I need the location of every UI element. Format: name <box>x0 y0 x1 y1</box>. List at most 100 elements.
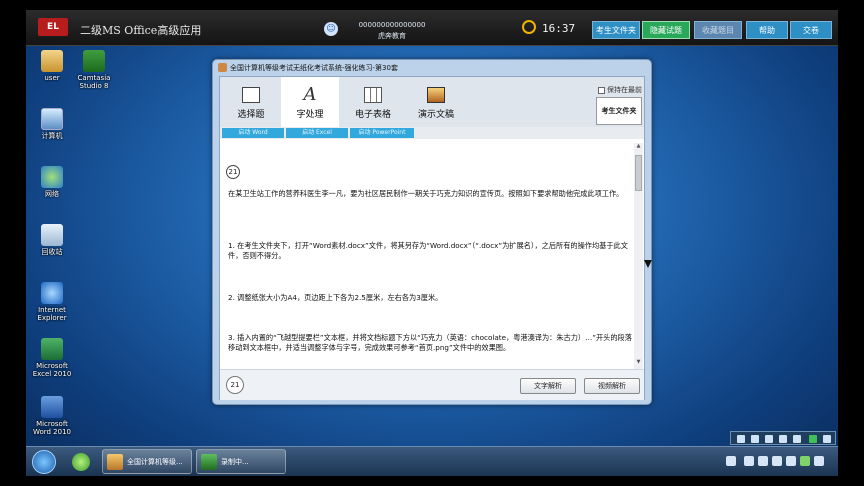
hide-questions-button[interactable]: 隐藏试题 <box>642 21 690 39</box>
desktop-icon-network[interactable]: 网络 <box>32 166 72 198</box>
desktop-icon-label: 回收站 <box>41 248 63 256</box>
tray-security-icon[interactable] <box>800 456 810 466</box>
launch-app-bar: 启动 Word 启动 Excel 启动 PowerPoint <box>220 127 644 139</box>
question-number-badge: 21 <box>226 165 240 179</box>
launch-excel-button[interactable]: 启动 Excel <box>286 128 348 138</box>
shield-icon[interactable] <box>751 435 759 443</box>
spreadsheet-icon <box>364 87 382 103</box>
tab-label: 电子表格 <box>354 110 391 120</box>
question-type-tabs: 选择题 A 字处理 电子表格 演示文稿 保持在最前 考生文件夹 <box>220 77 644 127</box>
app-icon <box>218 63 227 72</box>
user-icon: ☺ <box>324 22 338 36</box>
desktop-icon-label: 计算机 <box>41 132 63 140</box>
tab-word-processing[interactable]: A 字处理 <box>281 77 339 127</box>
start-button[interactable] <box>32 450 56 474</box>
vertical-scrollbar[interactable]: ▲ ▼ <box>634 143 643 369</box>
tab-multiple-choice[interactable]: 选择题 <box>222 77 280 127</box>
taskbar: 全国计算机等级... 录制中... <box>26 446 838 476</box>
taskbar-item-label: 全国计算机等级... <box>127 458 183 466</box>
tab-presentation[interactable]: 演示文稿 <box>407 77 465 127</box>
examinee-folder-button[interactable]: 考生文件夹 <box>592 21 640 39</box>
record-status-icon[interactable] <box>809 435 817 443</box>
timer-icon <box>522 20 536 34</box>
desktop-icon-label: Microsoft Word 2010 <box>32 420 72 436</box>
tab-label: 选择题 <box>237 110 265 120</box>
exam-id: 000000000000000 <box>358 21 426 29</box>
computer-icon <box>41 108 63 130</box>
checkbox-icon <box>598 86 605 94</box>
scroll-down-icon[interactable]: ▼ <box>634 359 643 367</box>
tray-app-icon[interactable] <box>744 456 754 466</box>
help-button[interactable]: 帮助 <box>746 21 788 39</box>
question-footer: 21 文字解析 视频解析 <box>220 369 644 400</box>
tray-arrow-icon[interactable] <box>726 456 736 466</box>
pinned-app-icon[interactable] <box>72 453 90 471</box>
desktop-icon-label: Microsoft Excel 2010 <box>32 362 72 378</box>
remaining-time: 16:37 <box>542 22 576 35</box>
internet-explorer-icon <box>41 282 63 304</box>
taskbar-item-label: 录制中... <box>221 458 249 466</box>
taskbar-item-exam[interactable]: 全国计算机等级... <box>102 449 192 474</box>
camtasia-icon <box>83 50 105 72</box>
recycle-bin-icon <box>41 224 63 246</box>
desktop-icon-excel[interactable]: Microsoft Excel 2010 <box>32 338 72 378</box>
exam-subject-title: 二级MS Office高级应用 <box>80 24 202 37</box>
window-titlebar[interactable]: 全国计算机等级考试无纸化考试系统-强化练习-第30套 <box>213 60 651 76</box>
desktop-icon-word[interactable]: Microsoft Word 2010 <box>32 396 72 436</box>
desktop-icon-recycle-bin[interactable]: 回收站 <box>32 224 72 256</box>
question-step-3: 3. 插入内置的“飞越型提要栏”文本框，并将文档标题下方以“巧克力（英语：cho… <box>228 333 632 352</box>
desktop-icon-internet-explorer[interactable]: Internet Explorer <box>32 282 72 322</box>
tray-volume-icon[interactable] <box>786 456 796 466</box>
tool-icon[interactable] <box>737 435 745 443</box>
window-body: 选择题 A 字处理 电子表格 演示文稿 保持在最前 考生文件夹 启动 Word … <box>219 76 645 400</box>
exam-app-icon <box>107 454 123 470</box>
recording-toolbar <box>730 431 836 445</box>
exam-topbar: EL 二级MS Office高级应用 ☺ 000000000000000 虎奔教… <box>26 10 838 46</box>
question-number-button[interactable]: 21 <box>226 376 244 394</box>
favorite-question-button[interactable]: 收藏题目 <box>694 21 742 39</box>
taskbar-item-recording[interactable]: 录制中... <box>196 449 286 474</box>
exam-question-window: 全国计算机等级考试无纸化考试系统-强化练习-第30套 选择题 A 字处理 电子表… <box>212 59 652 405</box>
desktop-icon-camtasia[interactable]: Camtasia Studio 8 <box>74 50 114 90</box>
keep-on-top-checkbox[interactable]: 保持在最前 <box>598 85 642 95</box>
launch-word-button[interactable]: 启动 Word <box>222 128 284 138</box>
tray-flag-icon[interactable] <box>814 456 824 466</box>
question-step-1: 1. 在考生文件夹下，打开“Word素材.docx”文件，将其另存为“Word.… <box>228 241 628 260</box>
desktop: EL 二级MS Office高级应用 ☺ 000000000000000 虎奔教… <box>26 10 838 476</box>
tab-spreadsheet[interactable]: 电子表格 <box>344 77 402 127</box>
text-analysis-button[interactable]: 文字解析 <box>520 378 576 394</box>
chevron-down-icon[interactable] <box>823 435 831 443</box>
examinee-name: 虎奔教育 <box>378 32 406 40</box>
list-icon[interactable] <box>779 435 787 443</box>
scroll-thumb[interactable] <box>635 155 642 191</box>
keep-on-top-label: 保持在最前 <box>607 86 642 94</box>
word-icon <box>41 396 63 418</box>
desktop-icon-user[interactable]: user <box>32 50 72 82</box>
question-content: 21 在某卫生站工作的营养科医生李一凡，要为社区居民制作一期关于巧克力知识的宣传… <box>220 143 644 369</box>
window-title: 全国计算机等级考试无纸化考试系统-强化练习-第30套 <box>230 64 398 72</box>
excel-icon <box>41 338 63 360</box>
screen: EL 二级MS Office高级应用 ☺ 000000000000000 虎奔教… <box>0 0 864 486</box>
open-examinee-folder-button[interactable]: 考生文件夹 <box>596 97 642 125</box>
document-icon <box>242 87 260 103</box>
submit-exam-button[interactable]: 交卷 <box>790 21 832 39</box>
question-intro: 在某卫生站工作的营养科医生李一凡，要为社区居民制作一期关于巧克力知识的宣传页。按… <box>228 189 624 198</box>
exam-logo: EL <box>38 18 68 36</box>
settings-icon[interactable] <box>765 435 773 443</box>
tab-label: 演示文稿 <box>417 110 454 120</box>
tray-shield-icon[interactable] <box>772 456 782 466</box>
tray-network-icon[interactable] <box>758 456 768 466</box>
mouse-cursor-icon <box>644 260 652 268</box>
scroll-up-icon[interactable]: ▲ <box>634 143 643 151</box>
network-icon <box>41 166 63 188</box>
desktop-icon-label: user <box>44 74 60 82</box>
gear-icon[interactable] <box>793 435 801 443</box>
camtasia-icon <box>201 454 217 470</box>
tab-label: 字处理 <box>296 110 324 120</box>
video-analysis-button[interactable]: 视频解析 <box>584 378 640 394</box>
desktop-icon-label: 网络 <box>45 190 59 198</box>
desktop-icon-label: Camtasia Studio 8 <box>77 74 111 90</box>
desktop-icon-computer[interactable]: 计算机 <box>32 108 72 140</box>
launch-powerpoint-button[interactable]: 启动 PowerPoint <box>350 128 414 138</box>
desktop-icon-label: Internet Explorer <box>37 306 67 322</box>
